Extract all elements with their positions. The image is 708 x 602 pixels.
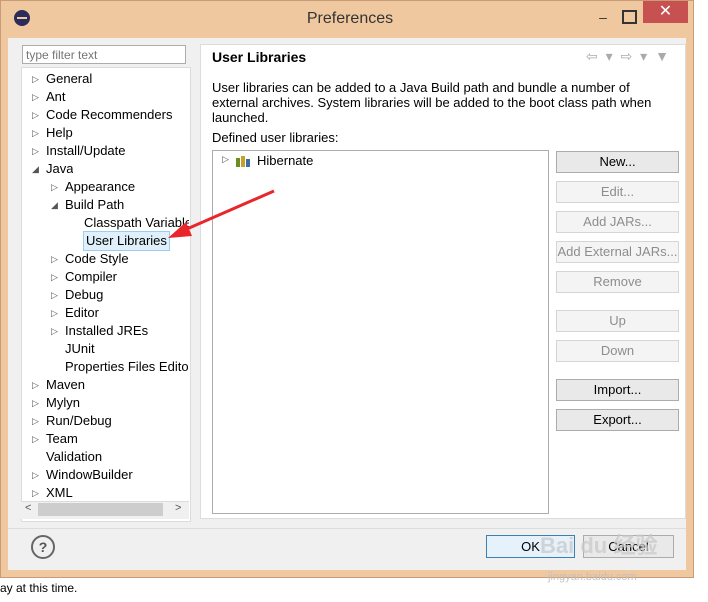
tree-expand-icon[interactable]: ▷ xyxy=(51,308,58,319)
library-item-hibernate[interactable]: Hibernate xyxy=(257,153,313,168)
maximize-icon[interactable] xyxy=(622,10,637,24)
watermark-logo: Bai du 经验 xyxy=(540,533,658,558)
tree-expand-icon[interactable]: ▷ xyxy=(32,110,39,121)
tree-expand-icon[interactable]: ▷ xyxy=(32,128,39,139)
filter-input[interactable] xyxy=(22,45,186,64)
tree-expand-icon[interactable]: ◢ xyxy=(32,164,39,175)
tree-item-validation[interactable]: Validation xyxy=(46,448,102,466)
close-button[interactable]: ✕ xyxy=(643,1,688,23)
tree-expand-icon[interactable]: ▷ xyxy=(51,326,58,337)
history-nav-icons[interactable]: ⇦ ▾ ⇨ ▾ ▼ xyxy=(586,48,671,65)
tree-expand-icon[interactable]: ▷ xyxy=(32,146,39,157)
import-button[interactable]: Import... xyxy=(556,379,679,401)
defined-libraries-label: Defined user libraries: xyxy=(212,130,339,145)
tree-item-code-style[interactable]: Code Style xyxy=(65,250,129,268)
page-title: User Libraries xyxy=(212,49,307,65)
tree-expand-icon[interactable]: ▷ xyxy=(51,290,58,301)
tree-expand-icon[interactable]: ▷ xyxy=(32,398,39,409)
tree-expand-icon[interactable]: ▷ xyxy=(51,254,58,265)
tree-item-windowbuilder[interactable]: WindowBuilder xyxy=(46,466,133,484)
tree-item-run-debug[interactable]: Run/Debug xyxy=(46,412,112,430)
scrollbar-thumb[interactable] xyxy=(38,503,163,516)
tree-item-team[interactable]: Team xyxy=(46,430,78,448)
tree-item-installed-jres[interactable]: Installed JREs xyxy=(65,322,148,340)
tree-expand-icon[interactable]: ▷ xyxy=(32,380,39,391)
library-icon xyxy=(236,156,250,167)
down-button[interactable]: Down xyxy=(556,340,679,362)
edit-button[interactable]: Edit... xyxy=(556,181,679,203)
tree-item-editor[interactable]: Editor xyxy=(65,304,99,322)
tree-expand-icon[interactable]: ▷ xyxy=(32,488,39,499)
tree-expand-icon[interactable]: ▷ xyxy=(32,74,39,85)
minimize-icon[interactable]: – xyxy=(594,9,612,25)
tree-item-install-update[interactable]: Install/Update xyxy=(46,142,126,160)
remove-button[interactable]: Remove xyxy=(556,271,679,293)
tree-item-properties-files-editor[interactable]: Properties Files Editor xyxy=(65,358,189,376)
expand-arrow-icon[interactable]: ▷ xyxy=(222,154,229,165)
scroll-right-icon[interactable]: > xyxy=(175,502,181,514)
tree-item-general[interactable]: General xyxy=(46,70,92,88)
scroll-left-icon[interactable]: < xyxy=(25,502,31,514)
tree-expand-icon[interactable]: ▷ xyxy=(32,92,39,103)
tree-expand-icon[interactable]: ▷ xyxy=(32,434,39,445)
new-button[interactable]: New... xyxy=(556,151,679,173)
tree-expand-icon[interactable]: ▷ xyxy=(32,416,39,427)
red-arrow-annotation xyxy=(168,189,275,238)
tree-item-help[interactable]: Help xyxy=(46,124,73,142)
tree-item-java[interactable]: Java xyxy=(46,160,73,178)
tree-expand-icon[interactable]: ▷ xyxy=(51,182,58,193)
tree-item-xml[interactable]: XML xyxy=(46,484,73,502)
tree-item-ant[interactable]: Ant xyxy=(46,88,66,106)
tree-item-user-libraries[interactable]: User Libraries xyxy=(83,231,170,251)
tree-item-mylyn[interactable]: Mylyn xyxy=(46,394,80,412)
tree-item-build-path[interactable]: Build Path xyxy=(65,196,124,214)
tree-expand-icon[interactable]: ▷ xyxy=(51,272,58,283)
add-external-jars-button[interactable]: Add External JARs... xyxy=(556,241,679,263)
tree-item-compiler[interactable]: Compiler xyxy=(65,268,117,286)
tree-expand-icon[interactable]: ▷ xyxy=(32,470,39,481)
tree-item-debug[interactable]: Debug xyxy=(65,286,103,304)
export-button[interactable]: Export... xyxy=(556,409,679,431)
background-text: ay at this time. xyxy=(0,581,78,595)
page-description: User libraries can be added to a Java Bu… xyxy=(212,80,652,125)
help-icon[interactable]: ? xyxy=(31,535,55,559)
watermark-url: jingyan.baidu.com xyxy=(548,571,637,583)
tree-item-appearance[interactable]: Appearance xyxy=(65,178,135,196)
up-button[interactable]: Up xyxy=(556,310,679,332)
tree-item-junit[interactable]: JUnit xyxy=(65,340,95,358)
tree-expand-icon[interactable]: ◢ xyxy=(51,200,58,211)
tree-item-maven[interactable]: Maven xyxy=(46,376,85,394)
tree-item-code-recommenders[interactable]: Code Recommenders xyxy=(46,106,172,124)
add-jars-button[interactable]: Add JARs... xyxy=(556,211,679,233)
